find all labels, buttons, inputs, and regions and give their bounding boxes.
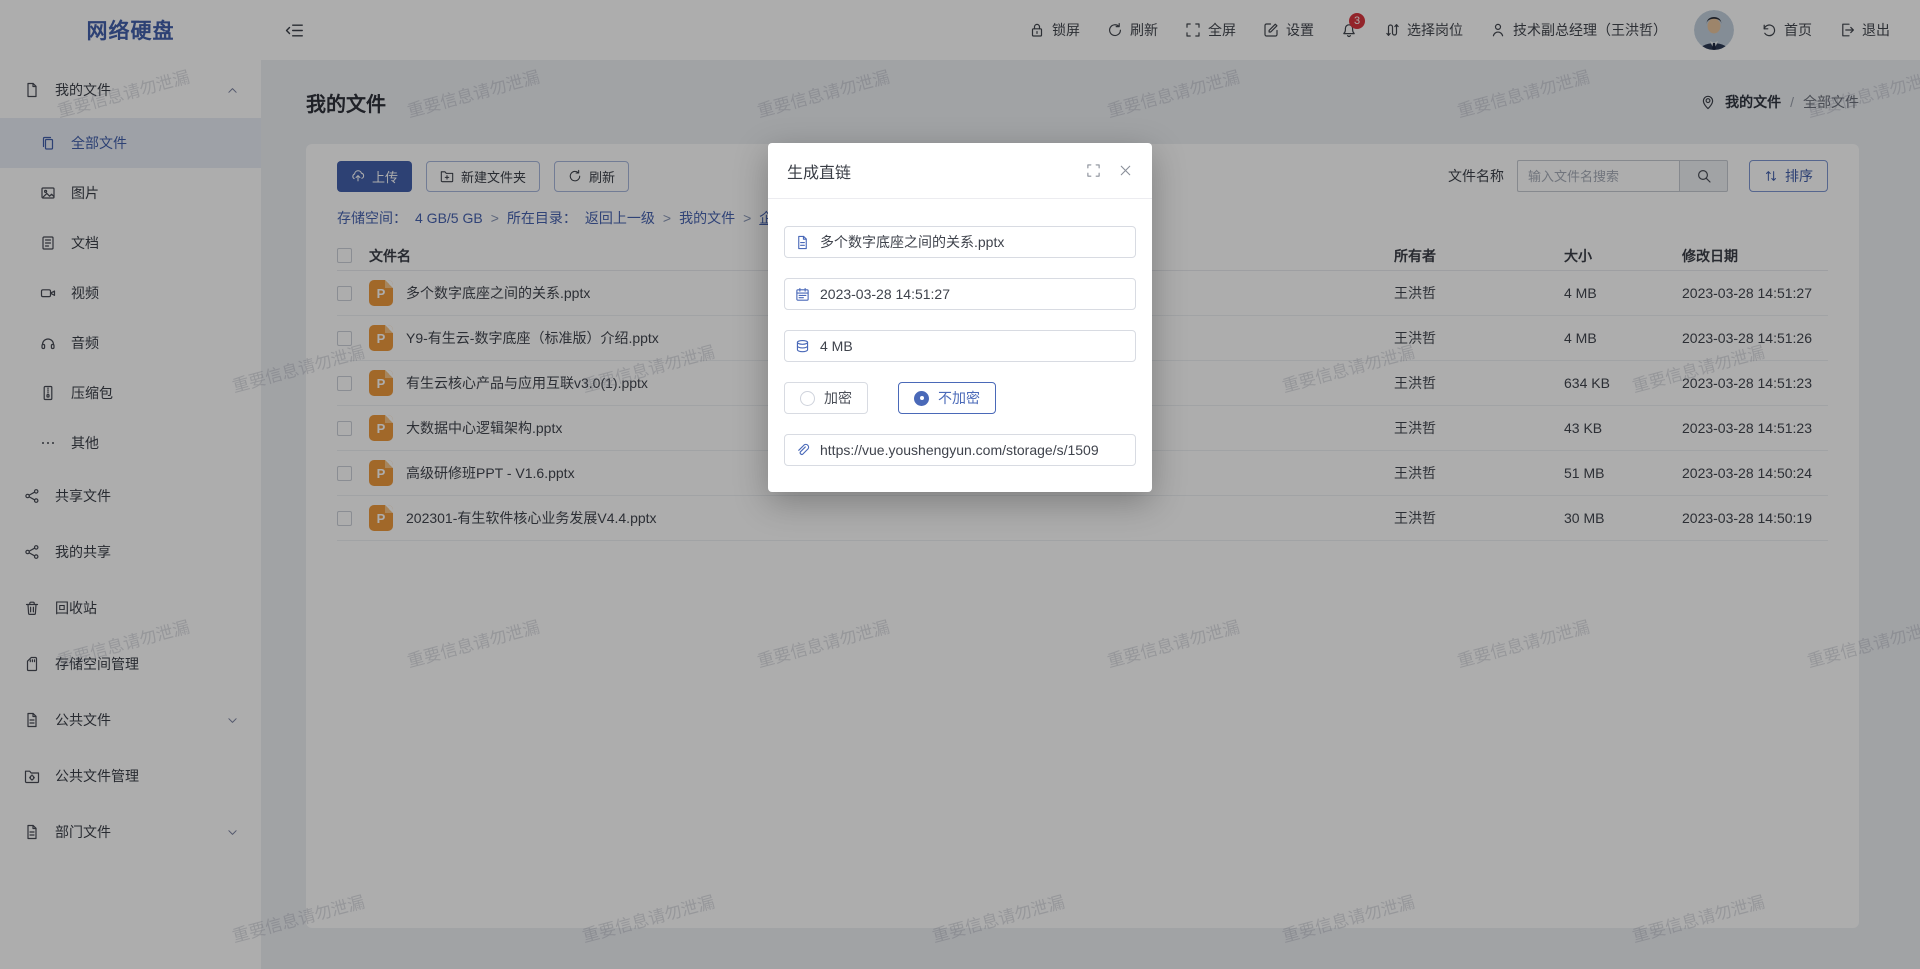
radio-option[interactable]: 加密: [784, 382, 868, 414]
modified-date-field: 2023-03-28 14:51:27: [784, 278, 1136, 310]
modal-title: 生成直链: [787, 159, 851, 183]
radio-icon: [914, 391, 929, 406]
encrypt-options: 加密 不加密: [784, 382, 1136, 414]
calendar-icon: [795, 287, 810, 302]
file-name-field: 多个数字底座之间的关系.pptx: [784, 226, 1136, 258]
modal-fullscreen-icon[interactable]: [1086, 163, 1101, 178]
radio-icon: [800, 391, 815, 406]
radio-option[interactable]: 不加密: [898, 382, 996, 414]
modal-close-icon[interactable]: [1118, 163, 1133, 178]
direct-link-field[interactable]: https://vue.youshengyun.com/storage/s/15…: [784, 434, 1136, 466]
link-icon: [795, 443, 810, 458]
database-icon: [795, 339, 810, 354]
file-text-icon: [795, 235, 810, 250]
generate-link-modal: 生成直链 多个数字底座之间的关系.pptx 2023-03-28 14:51:2…: [768, 143, 1152, 492]
file-size-field: 4 MB: [784, 330, 1136, 362]
